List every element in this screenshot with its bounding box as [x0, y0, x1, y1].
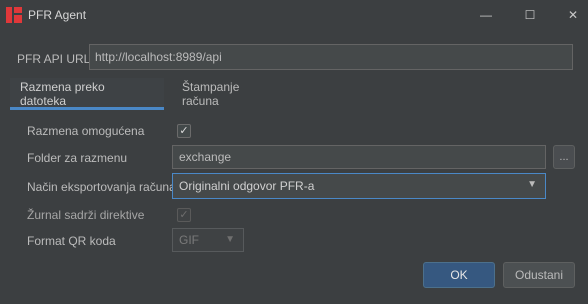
title-bar: PFR Agent — ☐ ✕: [0, 0, 588, 30]
cancel-button[interactable]: Odustani: [503, 262, 575, 288]
browse-folder-button[interactable]: ...: [553, 145, 575, 169]
ellipsis-icon: ...: [559, 151, 569, 163]
tab-receipt-printing-label: Štampanje računa: [182, 80, 240, 108]
tab-file-exchange[interactable]: Razmena preko datoteka: [10, 78, 164, 110]
checkmark-icon: ✓: [179, 208, 189, 221]
folder-value: exchange: [179, 150, 232, 164]
ok-button-label: OK: [450, 268, 468, 282]
ok-button[interactable]: OK: [423, 262, 495, 288]
folder-label: Folder za razmenu: [27, 151, 128, 165]
tab-file-exchange-label: Razmena preko datoteka: [20, 80, 105, 108]
api-url-input[interactable]: http://localhost:8989/api: [89, 44, 573, 70]
export-mode-value: Originalni odgovor PFR-a: [179, 179, 315, 193]
export-mode-select[interactable]: Originalni odgovor PFR-a ▼: [172, 173, 546, 199]
minimize-button[interactable]: —: [466, 0, 506, 30]
journal-directives-checkbox[interactable]: ✓: [177, 208, 191, 222]
checkmark-icon: ✓: [179, 124, 189, 137]
close-icon: ✕: [567, 8, 579, 22]
pfr-logo-icon: [6, 7, 22, 23]
minimize-icon: —: [480, 8, 492, 22]
cancel-button-label: Odustani: [514, 268, 564, 282]
folder-input[interactable]: exchange: [172, 145, 546, 169]
qr-format-select[interactable]: GIF ▼: [172, 228, 244, 252]
tab-bar: Razmena preko datoteka Štampanje računa: [10, 78, 580, 110]
journal-directives-label: Žurnal sadrži direktive: [27, 208, 145, 222]
exchange-enabled-checkbox[interactable]: ✓: [177, 124, 191, 138]
chevron-down-icon: ▼: [527, 179, 537, 190]
close-button[interactable]: ✕: [553, 0, 588, 30]
tab-receipt-printing[interactable]: Štampanje računa: [172, 78, 282, 110]
api-url-value: http://localhost:8989/api: [95, 50, 222, 64]
qr-format-value: GIF: [179, 233, 199, 247]
exchange-enabled-label: Razmena omogućena: [27, 124, 145, 138]
maximize-button[interactable]: ☐: [510, 0, 550, 30]
qr-format-label: Format QR koda: [27, 234, 116, 248]
chevron-down-icon: ▼: [225, 234, 235, 245]
api-url-label: PFR API URL: [17, 52, 91, 66]
window-title: PFR Agent: [28, 8, 87, 22]
export-mode-label: Način eksportovanja računa: [27, 180, 176, 194]
maximize-icon: ☐: [524, 8, 536, 22]
